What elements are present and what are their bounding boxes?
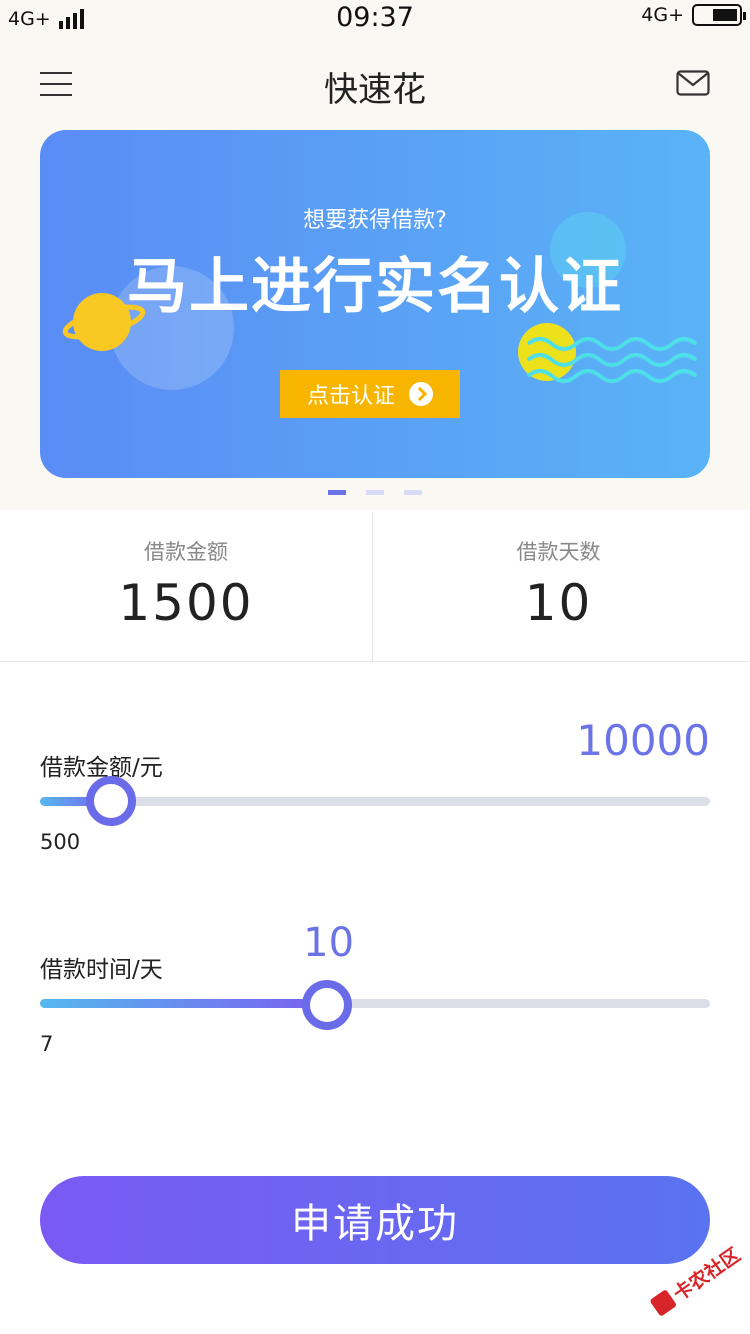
summary-days-label: 借款天数 — [516, 540, 601, 564]
battery-icon — [692, 4, 746, 26]
amount-slider-min: 500 — [40, 830, 81, 854]
status-bar: 4G+ 09:37 4G+ — [0, 0, 750, 38]
summary-amount-value: 1500 — [118, 574, 254, 632]
carousel-dot[interactable] — [328, 490, 346, 495]
amount-slider-track[interactable] — [40, 797, 710, 806]
banner-slide[interactable]: 想要获得借款? 马上进行实名认证 点击认证 — [40, 130, 710, 478]
mail-icon[interactable] — [676, 70, 710, 96]
verify-now-label: 点击认证 — [306, 384, 395, 409]
summary-amount: 借款金额 1500 — [0, 512, 372, 662]
days-slider-block: 10 借款时间/天 7 — [40, 918, 710, 1068]
amount-slider-max: 10000 — [576, 716, 710, 765]
days-slider-track[interactable] — [40, 999, 710, 1008]
banner-headline: 马上进行实名认证 — [127, 252, 623, 322]
status-time: 09:37 — [336, 2, 414, 33]
submit-application-button[interactable]: 申请成功 — [40, 1176, 710, 1264]
carousel-pagination — [0, 490, 750, 495]
carousel-dot[interactable] — [404, 490, 422, 495]
banner-carousel: 想要获得借款? 马上进行实名认证 点击认证 — [0, 130, 750, 510]
status-right: 4G+ — [641, 4, 746, 26]
days-slider-thumb[interactable] — [302, 980, 353, 1030]
verify-now-button[interactable]: 点击认证 — [280, 370, 460, 418]
chevron-right-icon — [409, 382, 433, 406]
carousel-dot[interactable] — [366, 490, 384, 495]
banner-subtitle: 想要获得借款? — [303, 208, 447, 233]
network-type-label-right: 4G+ — [641, 4, 684, 26]
days-slider-min: 7 — [40, 1032, 54, 1056]
page-title: 快速花 — [324, 70, 426, 110]
summary-days-value: 10 — [524, 574, 593, 632]
loan-summary: 借款金额 1500 借款天数 10 — [0, 512, 750, 662]
days-slider-fill — [40, 999, 328, 1008]
days-slider-current: 10 — [303, 920, 355, 966]
app-header: 快速花 — [0, 38, 750, 130]
amount-slider-block: 10000 借款金额/元 500 — [40, 710, 710, 860]
amount-slider-thumb[interactable] — [85, 776, 136, 826]
summary-amount-label: 借款金额 — [144, 540, 228, 564]
days-slider-label: 借款时间/天 — [40, 957, 163, 983]
summary-days: 借款天数 10 — [372, 512, 744, 662]
